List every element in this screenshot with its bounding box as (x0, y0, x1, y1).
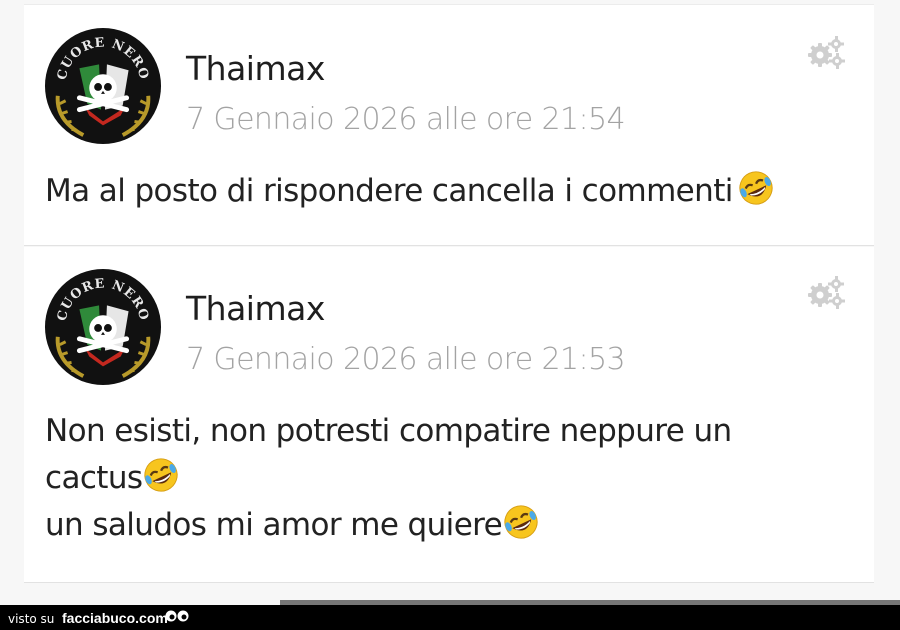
comment-text-line: cactus (45, 460, 143, 496)
comment-text: Ma al posto di rispondere cancella i com… (45, 168, 845, 215)
comment-timestamp[interactable]: 7 Gennaio 2026 alle ore 21:53 (186, 342, 626, 377)
comment-text-line: un saludos mi amor me quiere (45, 507, 503, 543)
comment-text-line: Ma al posto di rispondere cancella i com… (45, 173, 733, 209)
watermark-bar: visto su facciabuco.com (0, 605, 900, 630)
avatar[interactable] (44, 27, 162, 145)
eyes-logo-icon (165, 610, 189, 622)
gears-icon[interactable] (806, 35, 846, 71)
gears-icon[interactable] (806, 275, 846, 311)
comment-text: Non esisti, non potresti compatire neppu… (45, 408, 845, 549)
rofl-emoji-icon (142, 456, 180, 494)
comment-text-line: Non esisti, non potresti compatire neppu… (45, 413, 732, 449)
comment-card: Thaimax 7 Gennaio 2026 alle ore 21:53 No… (24, 247, 874, 583)
rofl-emoji-icon (737, 169, 775, 207)
watermark-visto-su: visto su (8, 612, 55, 626)
avatar[interactable] (44, 268, 162, 386)
comment-author[interactable]: Thaimax (186, 49, 325, 88)
watermark-brand: facciabuco.com (62, 610, 168, 626)
rofl-emoji-icon (502, 503, 540, 541)
comment-card: Thaimax 7 Gennaio 2026 alle ore 21:54 Ma… (24, 4, 874, 246)
comment-author[interactable]: Thaimax (186, 289, 325, 328)
comment-timestamp[interactable]: 7 Gennaio 2026 alle ore 21:54 (186, 102, 626, 137)
comment-feed: Thaimax 7 Gennaio 2026 alle ore 21:54 Ma… (0, 0, 900, 605)
